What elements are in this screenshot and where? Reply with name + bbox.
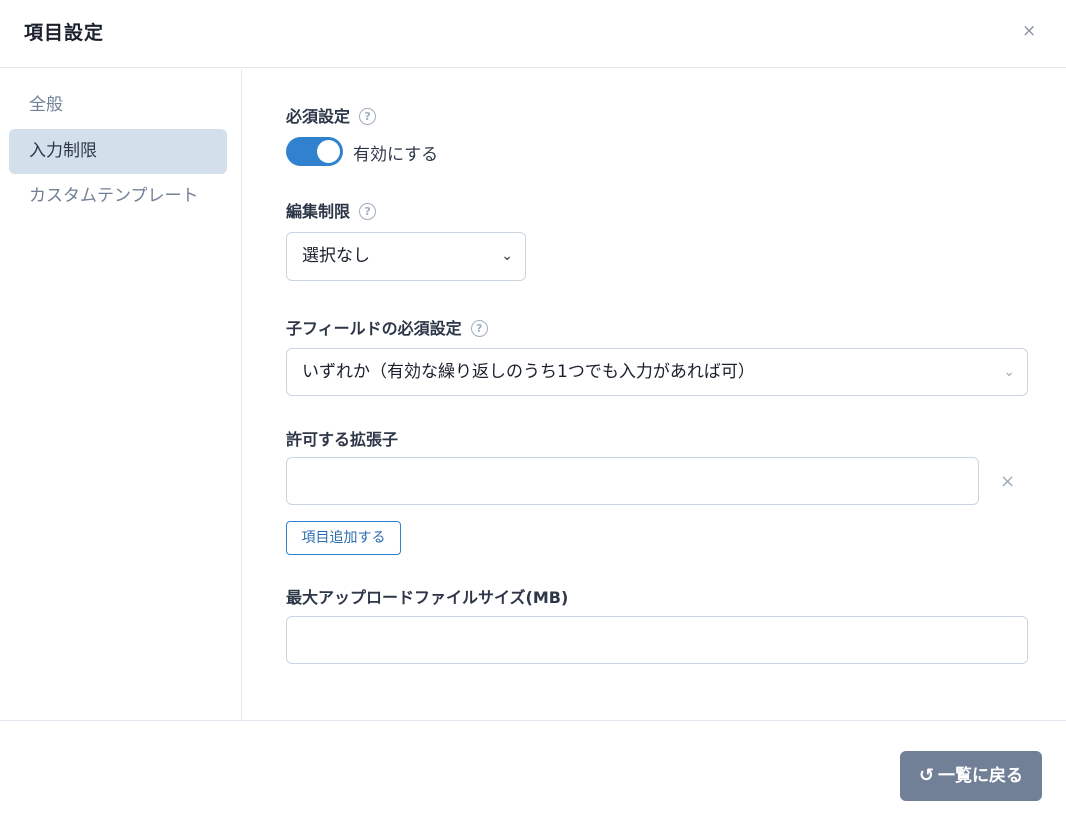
close-icon[interactable]: × xyxy=(1022,23,1036,40)
child-required-select[interactable]: いずれか（有効な繰り返しのうち1つでも入力があれば可） ⌄ xyxy=(286,348,1028,396)
required-label: 必須設定? xyxy=(286,103,377,127)
help-icon[interactable]: ? xyxy=(359,203,377,220)
dialog-header: 項目設定 × xyxy=(0,0,1066,68)
edit-restriction-select[interactable]: 選択なし ⌄ xyxy=(286,232,526,281)
child-required-label: 子フィールドの必須設定? xyxy=(286,315,488,339)
extensions-label: 許可する拡張子 xyxy=(286,430,399,449)
toggle-knob xyxy=(317,140,340,163)
chevron-down-icon: ⌄ xyxy=(1003,364,1015,380)
max-upload-input[interactable] xyxy=(286,616,1028,664)
sidebar-item-input-restriction[interactable]: 入力制限 xyxy=(9,129,227,174)
undo-icon: ↺ xyxy=(918,765,935,786)
required-label-text: 必須設定 xyxy=(286,107,351,126)
back-to-list-button[interactable]: ↺ 一覧に戻る xyxy=(900,751,1042,801)
extension-input[interactable] xyxy=(286,457,979,505)
remove-icon[interactable]: × xyxy=(1000,471,1015,492)
sidebar: 全般 入力制限 カスタムテンプレート xyxy=(0,69,242,720)
dialog-title: 項目設定 xyxy=(24,22,105,44)
sidebar-item-custom-template[interactable]: カスタムテンプレート xyxy=(9,174,227,219)
help-icon[interactable]: ? xyxy=(359,108,377,125)
max-upload-label: 最大アップロードファイルサイズ(MB) xyxy=(286,588,569,607)
dialog-footer: ↺ 一覧に戻る xyxy=(0,720,1066,823)
child-required-label-text: 子フィールドの必須設定 xyxy=(286,319,462,338)
help-icon[interactable]: ? xyxy=(470,320,488,337)
required-toggle[interactable] xyxy=(286,137,343,166)
toggle-label: 有効にする xyxy=(353,145,439,165)
edit-restriction-label-text: 編集制限 xyxy=(286,202,351,221)
back-to-list-label: 一覧に戻る xyxy=(938,766,1024,786)
edit-restriction-value: 選択なし xyxy=(302,246,370,266)
chevron-down-icon: ⌄ xyxy=(501,248,513,264)
edit-restriction-label: 編集制限? xyxy=(286,198,377,222)
add-item-button[interactable]: 項目追加する xyxy=(286,521,401,555)
child-required-value: いずれか（有効な繰り返しのうち1つでも入力があれば可） xyxy=(302,362,755,382)
sidebar-item-general[interactable]: 全般 xyxy=(9,83,227,128)
settings-panel: 必須設定? 有効にする 編集制限? 選択なし ⌄ 子フィールドの必須設定? いず… xyxy=(243,69,1066,720)
